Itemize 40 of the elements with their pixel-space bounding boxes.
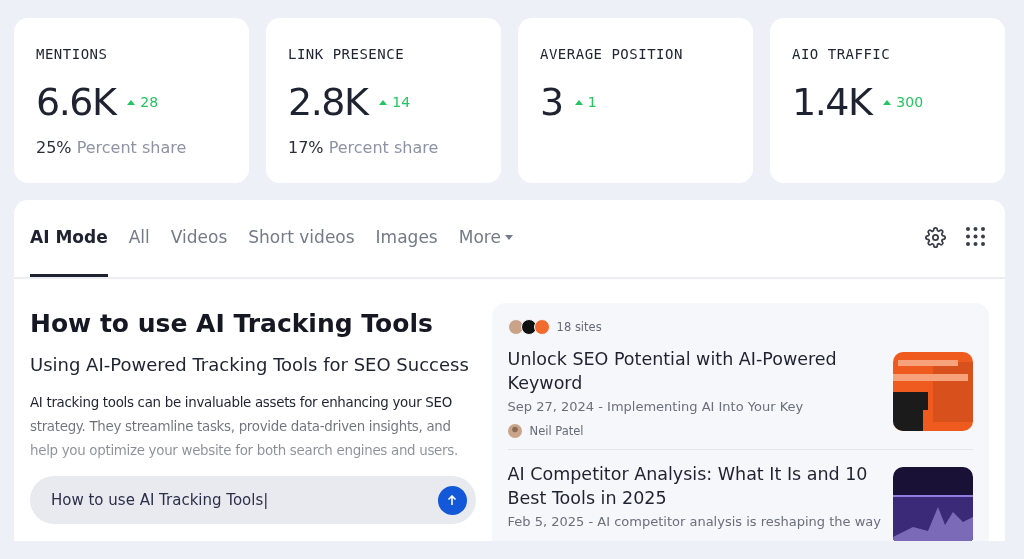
metric-label: AIO TRAFFIC — [792, 46, 892, 62]
metric-value: 6.6K — [36, 80, 116, 124]
sites-count: 18 sites — [556, 320, 602, 334]
up-triangle-icon — [379, 99, 388, 105]
up-triangle-icon — [883, 99, 892, 105]
tab[interactable]: All — [128, 200, 150, 277]
tab[interactable]: Videos — [170, 200, 228, 277]
metric-label: MENTIONS — [36, 46, 109, 62]
prompt-field[interactable]: How to use AI Tracking Tools| — [30, 476, 476, 524]
result-snippet: Feb 5, 2025 - AI competitor analysis is reshaping the way — [507, 514, 881, 529]
metric-delta: 14 — [392, 94, 411, 110]
metric-value: 2.8K — [288, 80, 368, 124]
result-title[interactable]: Unlock SEO Potential with AI-Powered Keyword — [507, 347, 881, 395]
send-button[interactable] — [437, 485, 467, 515]
tab[interactable]: More — [458, 200, 513, 277]
metric-label: LINK PRESENCE — [288, 46, 406, 62]
tab[interactable]: Images — [375, 200, 438, 277]
result-title[interactable]: AI Competitor Analysis: What It Is and 10 Best Tools in 2025 — [507, 462, 881, 510]
metric-delta: 28 — [140, 94, 159, 110]
answer-subtitle: Using AI-Powered Tracking Tools for SEO Success — [30, 354, 470, 375]
metric-delta: 1 — [587, 94, 597, 110]
author-name: Neil Patel — [529, 424, 584, 438]
apps-grid-icon[interactable] — [966, 227, 985, 246]
metric-value: 3 — [540, 80, 563, 124]
percent-share: 25% Percent share — [36, 138, 188, 157]
answer-title: How to use AI Tracking Tools — [30, 309, 434, 338]
caret-icon — [504, 234, 513, 240]
site-avatars-icon — [507, 319, 547, 335]
up-triangle-icon — [127, 99, 136, 105]
settings-icon[interactable] — [925, 227, 946, 248]
metric-value: 1.4K — [792, 80, 872, 124]
metric-label: AVERAGE POSITION — [540, 46, 684, 62]
tab[interactable]: AI Mode — [30, 200, 108, 277]
person-avatar-icon — [507, 424, 522, 438]
result-snippet: Sep 27, 2024 - Implementing AI Into Your Key — [507, 399, 805, 414]
up-triangle-icon — [574, 99, 583, 105]
tab[interactable]: Short videos — [248, 200, 355, 277]
metric-delta: 300 — [896, 94, 924, 110]
percent-share: 17% Percent share — [288, 138, 440, 157]
arrow-up-icon — [447, 494, 458, 506]
